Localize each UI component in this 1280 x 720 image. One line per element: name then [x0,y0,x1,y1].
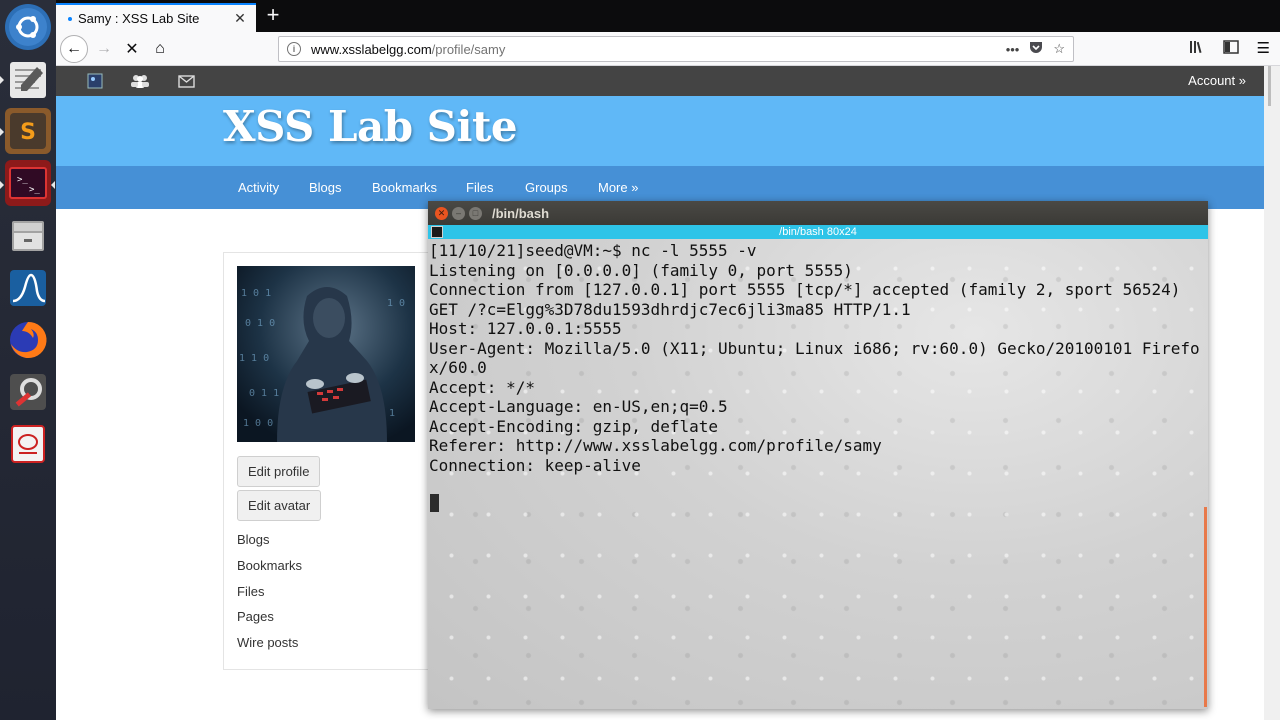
terminal-line: Connection from [127.0.0.1] port 5555 [t… [429,280,1181,299]
home-icon[interactable]: ⌂ [148,35,172,63]
tab-title: Samy : XSS Lab Site [78,11,200,26]
site-info-icon[interactable]: i [287,42,301,56]
library-icon[interactable] [1189,39,1205,59]
site-title[interactable]: XSS Lab Site [223,102,518,151]
url-path: /profile/samy [431,41,506,57]
edit-avatar-button[interactable]: Edit avatar [237,490,322,521]
window-close-icon[interactable]: ✕ [435,206,448,220]
menu-hamburger-icon[interactable]: ☰ [1257,39,1270,59]
sublime-text-icon[interactable]: S [5,108,51,154]
terminal-window[interactable]: ✕ – □ /bin/bash /bin/bash 80x24 [11/10/2… [428,201,1208,709]
terminal-line: User-Agent: Mozilla/5.0 (X11; Ubuntu; Li… [429,338,1200,358]
scrollbar-thumb[interactable] [1268,66,1271,106]
owner-link-pages[interactable]: Pages [237,609,274,624]
friends-icon[interactable] [131,73,149,89]
site-header: XSS Lab Site [56,96,1264,166]
bookmark-star-icon[interactable]: ☆ [1053,41,1065,57]
svg-text:S: S [20,120,36,145]
svg-text:1 0: 1 0 [387,298,405,309]
new-tab-button[interactable]: + [260,3,286,29]
account-menu-link[interactable]: Account » [1188,73,1246,88]
elgg-topbar: Account » [56,66,1264,96]
pocket-icon[interactable] [1029,41,1043,57]
terminal-output[interactable]: [11/10/21]seed@VM:~$ nc -l 5555 -v Liste… [428,239,1208,709]
window-minimize-icon[interactable]: – [452,206,465,220]
text-editor-icon[interactable] [5,57,51,103]
url-text[interactable]: www.xsslabelgg.com/profile/samy [311,42,1006,57]
svg-text:0 1 0: 0 1 0 [245,318,275,329]
window-maximize-icon[interactable]: □ [469,206,482,220]
owner-link-bookmarks[interactable]: Bookmarks [237,558,302,573]
unity-launcher: S >_ >_ [0,0,56,720]
profile-avatar[interactable]: 1 0 10 1 01 1 0 0 1 11 0 00 11 0 [237,266,415,442]
page-actions-icon[interactable]: ••• [1006,42,1020,57]
owner-link-files[interactable]: Files [237,584,264,599]
libreoffice-icon[interactable] [5,421,51,467]
svg-text:1 0 0: 1 0 0 [243,418,273,429]
menu-item-blogs[interactable]: Blogs [309,180,342,195]
system-settings-icon[interactable] [5,369,51,415]
stop-loading-icon[interactable]: ✕ [120,35,144,63]
svg-text:0 1 1: 0 1 1 [249,388,279,399]
ubuntu-dash-icon[interactable] [5,4,51,50]
terminal-line: Accept-Encoding: gzip, deflate [429,416,718,436]
toolbar-right: ☰ [1189,39,1270,59]
terminal-tab[interactable]: /bin/bash 80x24 [428,225,1208,239]
menu-item-activity[interactable]: Activity [238,180,279,195]
svg-text:>_: >_ [17,175,28,185]
messages-icon[interactable] [177,73,195,89]
menu-item-files[interactable]: Files [466,180,493,195]
address-bar[interactable]: i www.xsslabelgg.com/profile/samy ••• ☆ [278,36,1074,62]
tab-close-icon[interactable]: ✕ [232,10,248,27]
menu-item-bookmarks[interactable]: Bookmarks [372,180,437,195]
tab-loading-indicator [68,16,72,21]
files-icon[interactable] [5,213,51,259]
browser-tab-active[interactable]: Samy : XSS Lab Site ✕ [56,3,256,32]
terminal-icon[interactable]: >_ >_ [5,160,51,206]
browser-tab-strip: Samy : XSS Lab Site ✕ + [56,0,1280,32]
menu-item-more[interactable]: More » [598,180,638,195]
profile-owner-block: 1 0 10 1 01 1 0 0 1 11 0 00 11 0 Edit pr… [223,252,433,670]
terminal-scroll-accent [1204,507,1207,707]
terminal-tab-label: /bin/bash 80x24 [779,226,857,238]
terminal-line: Accept-Language: en-US,en;q=0.5 [429,397,728,416]
terminal-line: Connection: keep-alive [429,455,641,475]
svg-text:1 1 0: 1 1 0 [239,353,269,364]
terminal-line: GET /?c=Elgg%3D78du1593dhrdjc7ec6jli3ma8… [429,299,911,319]
back-button[interactable]: ← [60,35,88,63]
terminal-line: Referer: http://www.xsslabelgg.com/profi… [429,436,882,455]
svg-text:>_: >_ [29,185,40,195]
menu-item-groups[interactable]: Groups [525,180,568,195]
svg-text:1 0 1: 1 0 1 [241,288,271,299]
terminal-title: /bin/bash [492,205,550,221]
firefox-icon[interactable] [5,317,51,363]
forward-button[interactable]: → [92,35,116,63]
page-scrollbar[interactable] [1264,66,1280,720]
sidebar-icon[interactable] [1222,39,1239,59]
url-actions: ••• ☆ [1006,41,1065,57]
terminal-line: x/60.0 [429,358,487,377]
terminal-line: [11/10/21]seed@VM:~$ nc -l 5555 -v [429,241,757,260]
terminal-cursor [430,494,439,512]
terminal-titlebar[interactable]: ✕ – □ /bin/bash [428,201,1208,225]
terminal-line: Accept: */* [429,377,535,397]
elgg-logo-icon[interactable] [86,73,104,89]
owner-link-blogs[interactable]: Blogs [237,532,270,547]
terminal-line: Listening on [0.0.0.0] (family 0, port 5… [429,260,853,280]
wireshark-icon[interactable] [5,265,51,311]
url-domain: www.xsslabelgg.com [311,41,432,57]
owner-link-wire-posts[interactable]: Wire posts [237,635,298,650]
edit-profile-button[interactable]: Edit profile [237,456,321,487]
terminal-line: Host: 127.0.0.1:5555 [429,319,622,338]
browser-toolbar: ← → ✕ ⌂ i www.xsslabelgg.com/profile/sam… [56,32,1280,66]
